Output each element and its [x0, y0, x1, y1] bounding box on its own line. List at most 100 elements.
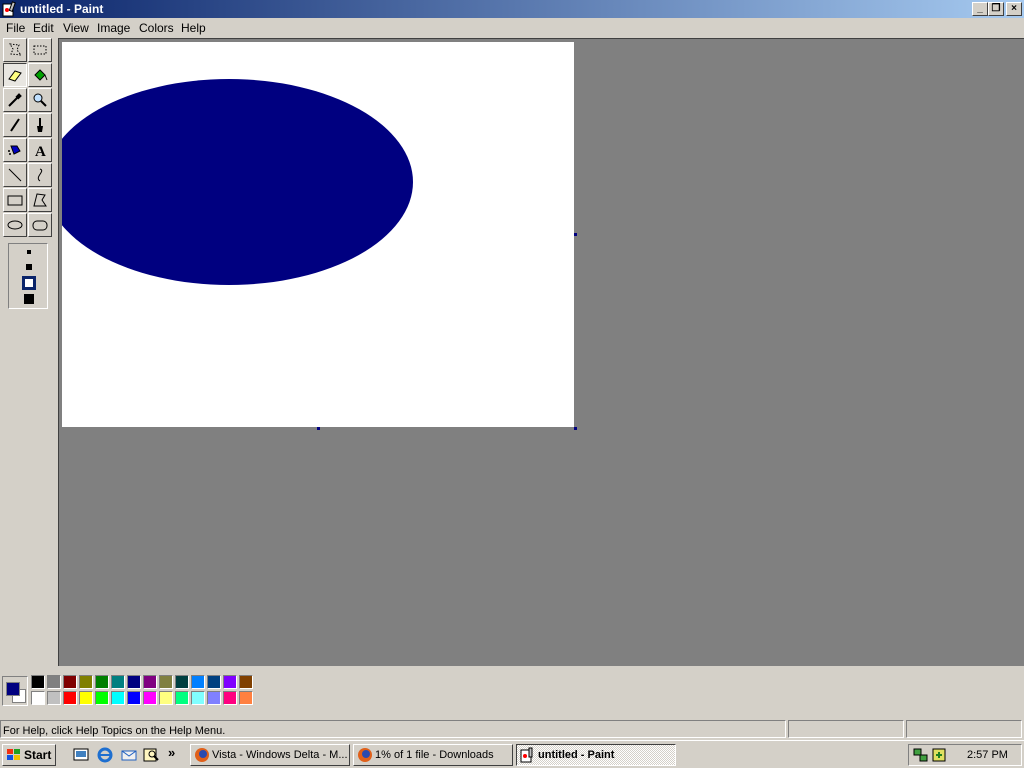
window-title: untitled - Paint	[20, 2, 104, 16]
palette-swatch[interactable]	[175, 691, 189, 705]
palette-swatch[interactable]	[223, 675, 237, 689]
paint-icon	[2, 1, 16, 17]
palette-swatch[interactable]	[47, 691, 61, 705]
menu-file[interactable]: File	[6, 21, 25, 35]
resize-handle-corner[interactable]	[574, 427, 577, 430]
palette-swatch[interactable]	[95, 675, 109, 689]
start-button[interactable]: Start	[2, 744, 56, 766]
palette-swatch[interactable]	[223, 691, 237, 705]
palette-swatch[interactable]	[143, 675, 157, 689]
fill-bucket-icon	[34, 69, 48, 81]
outlook-express-icon[interactable]	[120, 746, 138, 764]
tool-free-form-select[interactable]	[3, 38, 27, 62]
palette-swatch[interactable]	[239, 691, 253, 705]
airbrush-icon	[8, 145, 21, 155]
menu-image[interactable]: Image	[97, 21, 130, 35]
palette-swatch[interactable]	[31, 691, 45, 705]
palette-swatch[interactable]	[191, 691, 205, 705]
palette-swatch[interactable]	[207, 691, 221, 705]
title-bar[interactable]: untitled - Paint _ ❐ ×	[0, 0, 1024, 18]
task-firefox-downloads[interactable]: 1% of 1 file - Downloads	[353, 744, 513, 766]
show-desktop-icon[interactable]	[72, 746, 90, 764]
tool-polygon[interactable]	[28, 188, 52, 212]
palette-swatch[interactable]	[95, 691, 109, 705]
palette-swatch[interactable]	[191, 675, 205, 689]
resize-handle-bottom[interactable]	[317, 427, 320, 430]
tool-ellipse[interactable]	[3, 213, 27, 237]
current-colors[interactable]	[2, 676, 28, 706]
drawing-canvas[interactable]	[62, 42, 574, 427]
menu-edit[interactable]: Edit	[33, 21, 54, 35]
minimize-icon: _	[977, 3, 983, 14]
tray-app-icon[interactable]	[931, 747, 947, 763]
palette-swatch[interactable]	[47, 675, 61, 689]
eraser-size-large[interactable]	[22, 276, 36, 290]
tool-brush[interactable]	[28, 113, 52, 137]
task-firefox-vista[interactable]: Vista - Windows Delta - M...	[190, 744, 350, 766]
palette-swatch[interactable]	[143, 691, 157, 705]
palette-swatch[interactable]	[63, 675, 77, 689]
palette-swatch[interactable]	[207, 675, 221, 689]
text-icon: A	[35, 144, 46, 158]
firefox-icon	[195, 748, 209, 762]
palette-swatch[interactable]	[159, 675, 173, 689]
menu-help[interactable]: Help	[181, 21, 206, 35]
menu-view[interactable]: View	[63, 21, 89, 35]
close-button[interactable]: ×	[1006, 2, 1022, 16]
search-icon[interactable]	[143, 746, 161, 764]
tool-rounded-rectangle[interactable]	[28, 213, 52, 237]
palette-swatch[interactable]	[31, 675, 45, 689]
palette-swatch[interactable]	[79, 691, 93, 705]
paint-icon	[520, 747, 533, 763]
line-icon	[8, 168, 22, 182]
tool-airbrush[interactable]	[3, 138, 27, 162]
palette-swatch[interactable]	[79, 675, 93, 689]
free-select-icon	[9, 43, 23, 56]
status-help-pane: For Help, click Help Topics on the Help …	[0, 720, 786, 738]
status-coordinates-pane	[788, 720, 904, 738]
menu-colors[interactable]: Colors	[139, 21, 174, 35]
task-label: untitled - Paint	[538, 749, 615, 761]
tool-select[interactable]	[28, 38, 52, 62]
rounded-rectangle-icon	[32, 220, 48, 231]
tool-curve[interactable]	[28, 163, 52, 187]
palette-swatch[interactable]	[239, 675, 253, 689]
resize-handle-right[interactable]	[574, 233, 577, 236]
minimize-button[interactable]: _	[972, 2, 988, 16]
network-icon[interactable]	[913, 747, 929, 763]
menu-bar: File Edit View Image Colors Help	[0, 18, 1024, 38]
tool-fill-with-color[interactable]	[28, 63, 52, 87]
start-label: Start	[24, 748, 52, 762]
palette-swatch[interactable]	[159, 691, 173, 705]
tool-pencil[interactable]	[3, 113, 27, 137]
tool-magnifier[interactable]	[28, 88, 52, 112]
eraser-size-medium[interactable]	[26, 264, 32, 270]
eraser-icon	[8, 70, 22, 82]
foreground-color	[6, 682, 20, 696]
tool-eraser[interactable]	[3, 63, 27, 87]
quick-launch-overflow-button[interactable]: »	[168, 745, 175, 760]
palette-swatch[interactable]	[127, 675, 141, 689]
task-paint[interactable]: untitled - Paint	[516, 744, 676, 766]
palette-swatch[interactable]	[111, 691, 125, 705]
blue-ellipse-shape	[62, 79, 413, 285]
eraser-size-small[interactable]	[27, 250, 31, 254]
eyedropper-icon	[8, 93, 22, 107]
palette-swatch[interactable]	[127, 691, 141, 705]
tool-box: A	[0, 38, 56, 666]
restore-button[interactable]: ❐	[988, 2, 1004, 16]
eraser-size-extra-large[interactable]	[24, 294, 34, 304]
pencil-icon	[10, 118, 20, 132]
internet-explorer-icon[interactable]	[96, 746, 114, 764]
tool-text[interactable]: A	[28, 138, 52, 162]
palette-swatch[interactable]	[63, 691, 77, 705]
tool-rectangle[interactable]	[3, 188, 27, 212]
tool-line[interactable]	[3, 163, 27, 187]
status-bar: For Help, click Help Topics on the Help …	[0, 718, 1024, 740]
rectangle-icon	[7, 195, 23, 206]
palette-swatch[interactable]	[175, 675, 189, 689]
palette-swatch[interactable]	[111, 675, 125, 689]
magnifier-icon	[33, 93, 47, 107]
tool-pick-color[interactable]	[3, 88, 27, 112]
curve-icon	[37, 168, 43, 182]
